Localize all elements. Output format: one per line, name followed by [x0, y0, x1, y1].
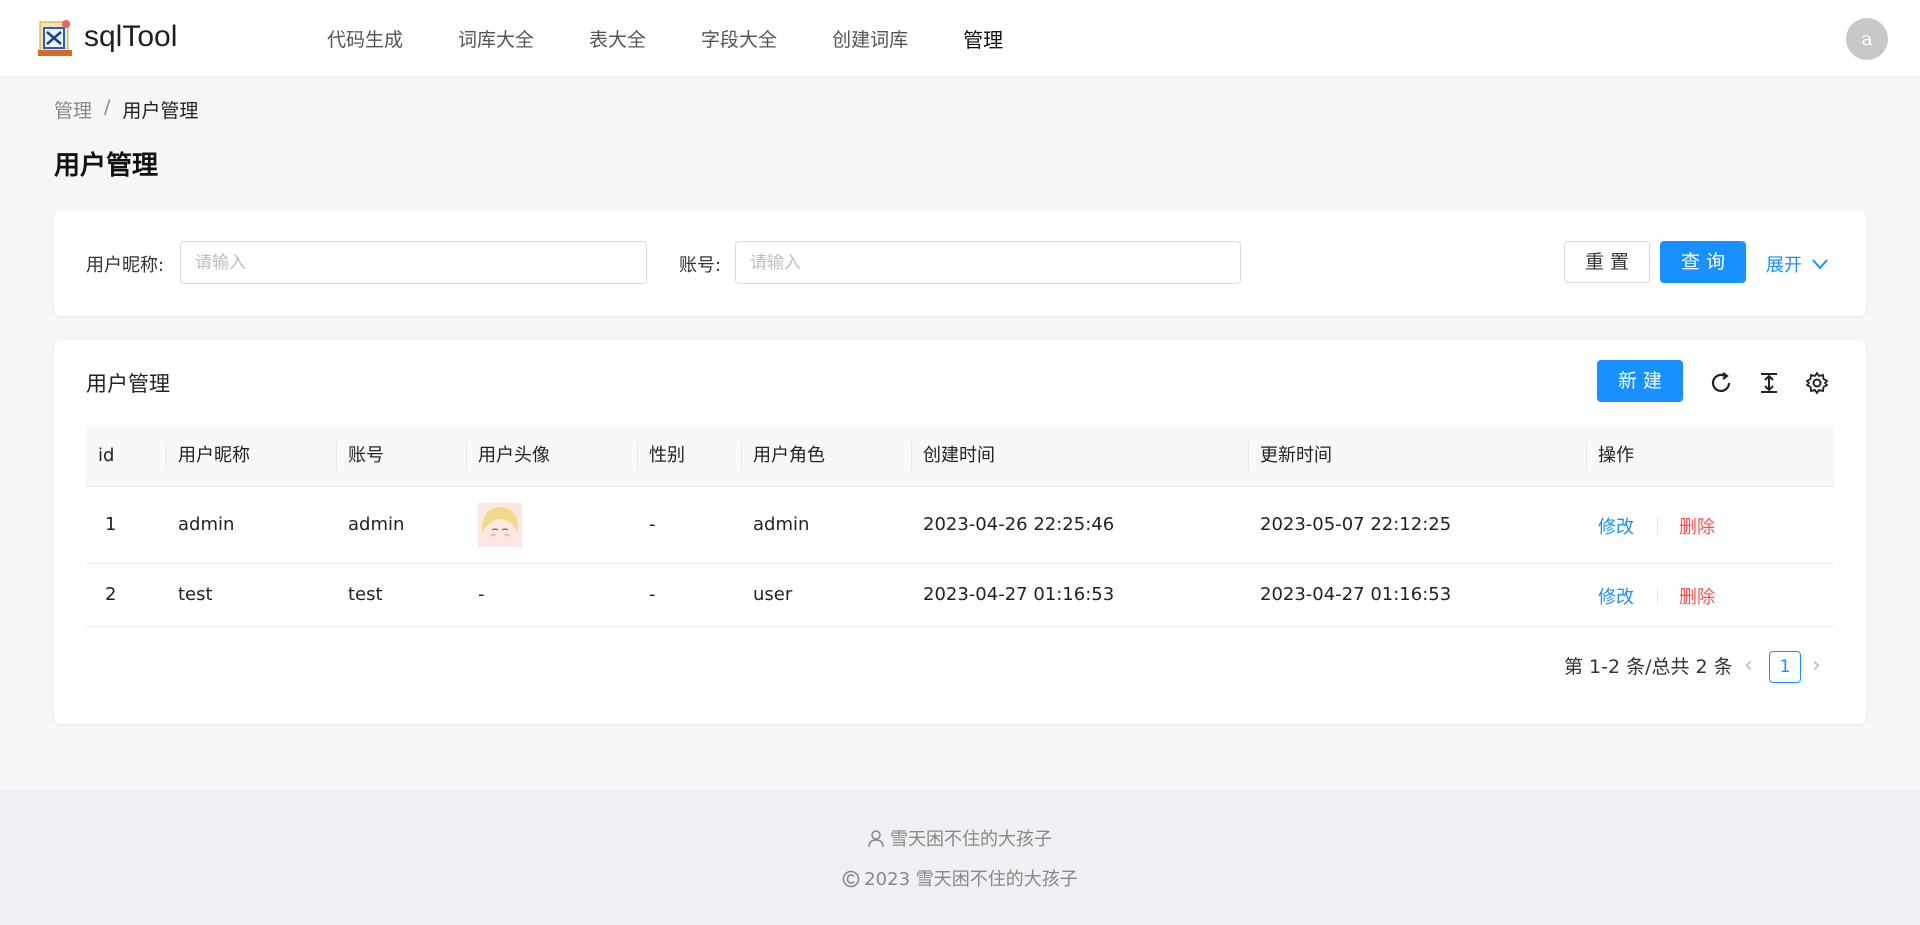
footer-copyright-line: 2023 雪天困不住的大孩子: [0, 865, 1920, 893]
cell-account: test: [348, 584, 383, 605]
account-input[interactable]: [735, 241, 1241, 284]
breadcrumb-parent[interactable]: 管理: [54, 96, 92, 123]
app-name: sqlTool: [84, 20, 178, 53]
nav-item-admin[interactable]: 管理: [963, 24, 1003, 53]
logo[interactable]: sqlTool: [38, 16, 177, 58]
table-header-row: id 用户昵称 账号 用户头像 性别 用户角色 创建时间 更新时间 操作: [86, 425, 1834, 487]
column-header-updated: 更新时间: [1260, 445, 1332, 466]
column-header-id: id: [98, 445, 115, 466]
nickname-label: 用户昵称:: [86, 255, 165, 276]
query-button[interactable]: 查 询: [1660, 241, 1746, 283]
chevron-down-icon: [1812, 254, 1828, 275]
nav-item-fields[interactable]: 字段大全: [701, 25, 777, 52]
column-height-icon[interactable]: [1756, 370, 1782, 396]
cell-account: admin: [348, 514, 405, 535]
column-header-gender: 性别: [649, 445, 685, 466]
nav-item-create-dictionary[interactable]: 创建词库: [832, 25, 908, 52]
cell-gender: -: [649, 514, 656, 535]
search-form-card: 用户昵称: 账号: 重 置 查 询 展开: [54, 210, 1866, 316]
column-header-nickname: 用户昵称: [178, 445, 250, 466]
footer-author-line: 雪天困不住的大孩子: [0, 825, 1920, 853]
account-label: 账号:: [679, 255, 722, 276]
expand-toggle[interactable]: 展开: [1766, 251, 1828, 277]
user-table-card: 用户管理 新 建 id 用户昵称 账号 用户头像 性别 用户角色 创建时间 更新…: [54, 340, 1866, 724]
page-number-current[interactable]: 1: [1769, 651, 1801, 683]
delete-link[interactable]: 删除: [1679, 513, 1715, 539]
edit-link[interactable]: 修改: [1598, 513, 1634, 539]
top-header: sqlTool 代码生成 词库大全 表大全 字段大全 创建词库 管理 a: [0, 0, 1920, 77]
nav-item-dictionaries[interactable]: 词库大全: [458, 25, 534, 52]
cell-nickname: admin: [178, 514, 235, 535]
nav-item-code-gen[interactable]: 代码生成: [327, 25, 403, 52]
user-avatar[interactable]: a: [1846, 18, 1888, 60]
cell-gender: -: [649, 584, 656, 605]
reset-button[interactable]: 重 置: [1564, 241, 1650, 283]
breadcrumb-separator: /: [104, 96, 111, 118]
cell-created: 2023-04-26 22:25:46: [923, 514, 1115, 535]
cell-updated: 2023-04-27 01:16:53: [1260, 584, 1452, 605]
user-table: id 用户昵称 账号 用户头像 性别 用户角色 创建时间 更新时间 操作 1 a…: [86, 425, 1834, 627]
column-header-role: 用户角色: [753, 445, 825, 466]
page-footer: 雪天困不住的大孩子 2023 雪天困不住的大孩子: [0, 790, 1920, 925]
cell-role: user: [753, 584, 793, 605]
chevron-left-icon[interactable]: ‹: [1744, 653, 1753, 678]
user-icon: [868, 830, 884, 853]
cell-updated: 2023-05-07 22:12:25: [1260, 514, 1452, 535]
nickname-input[interactable]: [180, 241, 647, 284]
delete-link[interactable]: 删除: [1679, 583, 1715, 609]
reload-icon[interactable]: [1708, 370, 1734, 396]
cell-id: 2: [105, 584, 117, 605]
chevron-right-icon[interactable]: ›: [1812, 653, 1821, 678]
cell-avatar: -: [478, 584, 485, 605]
column-header-created: 创建时间: [923, 445, 995, 466]
cell-nickname: test: [178, 584, 213, 605]
settings-gear-icon[interactable]: [1804, 370, 1830, 396]
column-header-actions: 操作: [1598, 445, 1634, 466]
breadcrumb: 管理 / 用户管理: [54, 96, 198, 123]
table-row: 1 admin admin - admin 2023-04-26 22:25:4…: [86, 487, 1834, 564]
column-header-account: 账号: [348, 445, 384, 466]
edit-link[interactable]: 修改: [1598, 583, 1634, 609]
table-title: 用户管理: [86, 372, 170, 396]
copyright-icon: [842, 870, 860, 893]
logo-icon: [38, 16, 72, 58]
column-header-avatar: 用户头像: [478, 445, 550, 466]
cell-id: 1: [105, 514, 117, 535]
breadcrumb-current: 用户管理: [122, 100, 199, 122]
footer-copyright: 2023 雪天困不住的大孩子: [864, 869, 1078, 890]
footer-author[interactable]: 雪天困不住的大孩子: [890, 829, 1052, 850]
avatar-thumbnail[interactable]: [478, 503, 522, 552]
cell-created: 2023-04-27 01:16:53: [923, 584, 1115, 605]
table-row: 2 test test - - user 2023-04-27 01:16:53…: [86, 564, 1834, 627]
main-nav: 代码生成 词库大全 表大全 字段大全 创建词库 管理: [327, 0, 1058, 77]
pagination-summary: 第 1-2 条/总共 2 条: [1564, 656, 1733, 678]
expand-label: 展开: [1766, 255, 1802, 276]
cell-role: admin: [753, 514, 810, 535]
nav-item-tables[interactable]: 表大全: [589, 25, 646, 52]
page-title: 用户管理: [54, 151, 159, 181]
new-user-button[interactable]: 新 建: [1597, 360, 1683, 402]
